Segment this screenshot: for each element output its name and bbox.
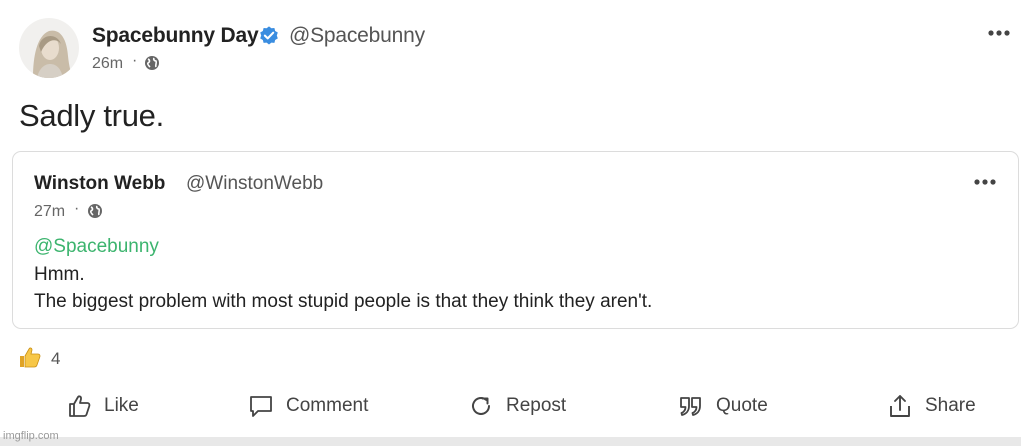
quoted-timestamp: 27m [34,203,66,220]
quoted-more-options-icon[interactable] [972,173,998,191]
mention-link[interactable]: @Spacebunny [34,236,159,258]
like-icon [69,395,91,417]
repost-button[interactable]: Repost [468,392,566,420]
share-label: Share [925,395,976,416]
share-button[interactable]: Share [887,392,976,420]
quoted-author-name[interactable]: Winston Webb [34,173,165,195]
like-label: Like [104,395,139,416]
post-timestamp: 26m [92,55,124,72]
quote-label: Quote [716,395,768,416]
comment-icon [250,396,272,417]
quoted-text-line: Hmm. [34,264,85,285]
globe-icon [88,204,102,218]
more-options-icon[interactable] [986,24,1012,42]
repost-icon [472,397,490,415]
comment-button[interactable]: Comment [248,392,368,420]
reaction-count[interactable]: 4 [51,349,60,369]
quoted-text-line: The biggest problem with most stupid peo… [34,291,653,312]
share-icon [890,395,910,417]
comment-label: Comment [286,395,369,416]
globe-icon [145,56,159,70]
verified-badge-icon [260,26,278,45]
quoted-time-separator: · [74,200,80,217]
quote-icon [680,397,701,416]
quote-button[interactable]: Quote [678,392,768,420]
quoted-author-handle[interactable]: @WinstonWebb [186,173,323,195]
quoted-post-card[interactable]: Winston Webb @WinstonWebb 27m · @Spacebu… [12,151,1019,329]
bottom-divider [0,437,1021,446]
post-text: Sadly true. [19,98,164,133]
author-name[interactable]: Spacebunny Day [92,24,259,48]
time-separator: · [132,52,138,69]
like-button[interactable]: Like [66,392,139,420]
author-avatar[interactable] [19,18,79,78]
watermark: imgflip.com [3,430,59,442]
thumbs-up-icon[interactable] [17,344,43,370]
post-card: Spacebunny Day @Spacebunny 26m · Sadly t… [0,0,1021,446]
repost-label: Repost [506,395,567,416]
author-handle[interactable]: @Spacebunny [289,24,425,48]
